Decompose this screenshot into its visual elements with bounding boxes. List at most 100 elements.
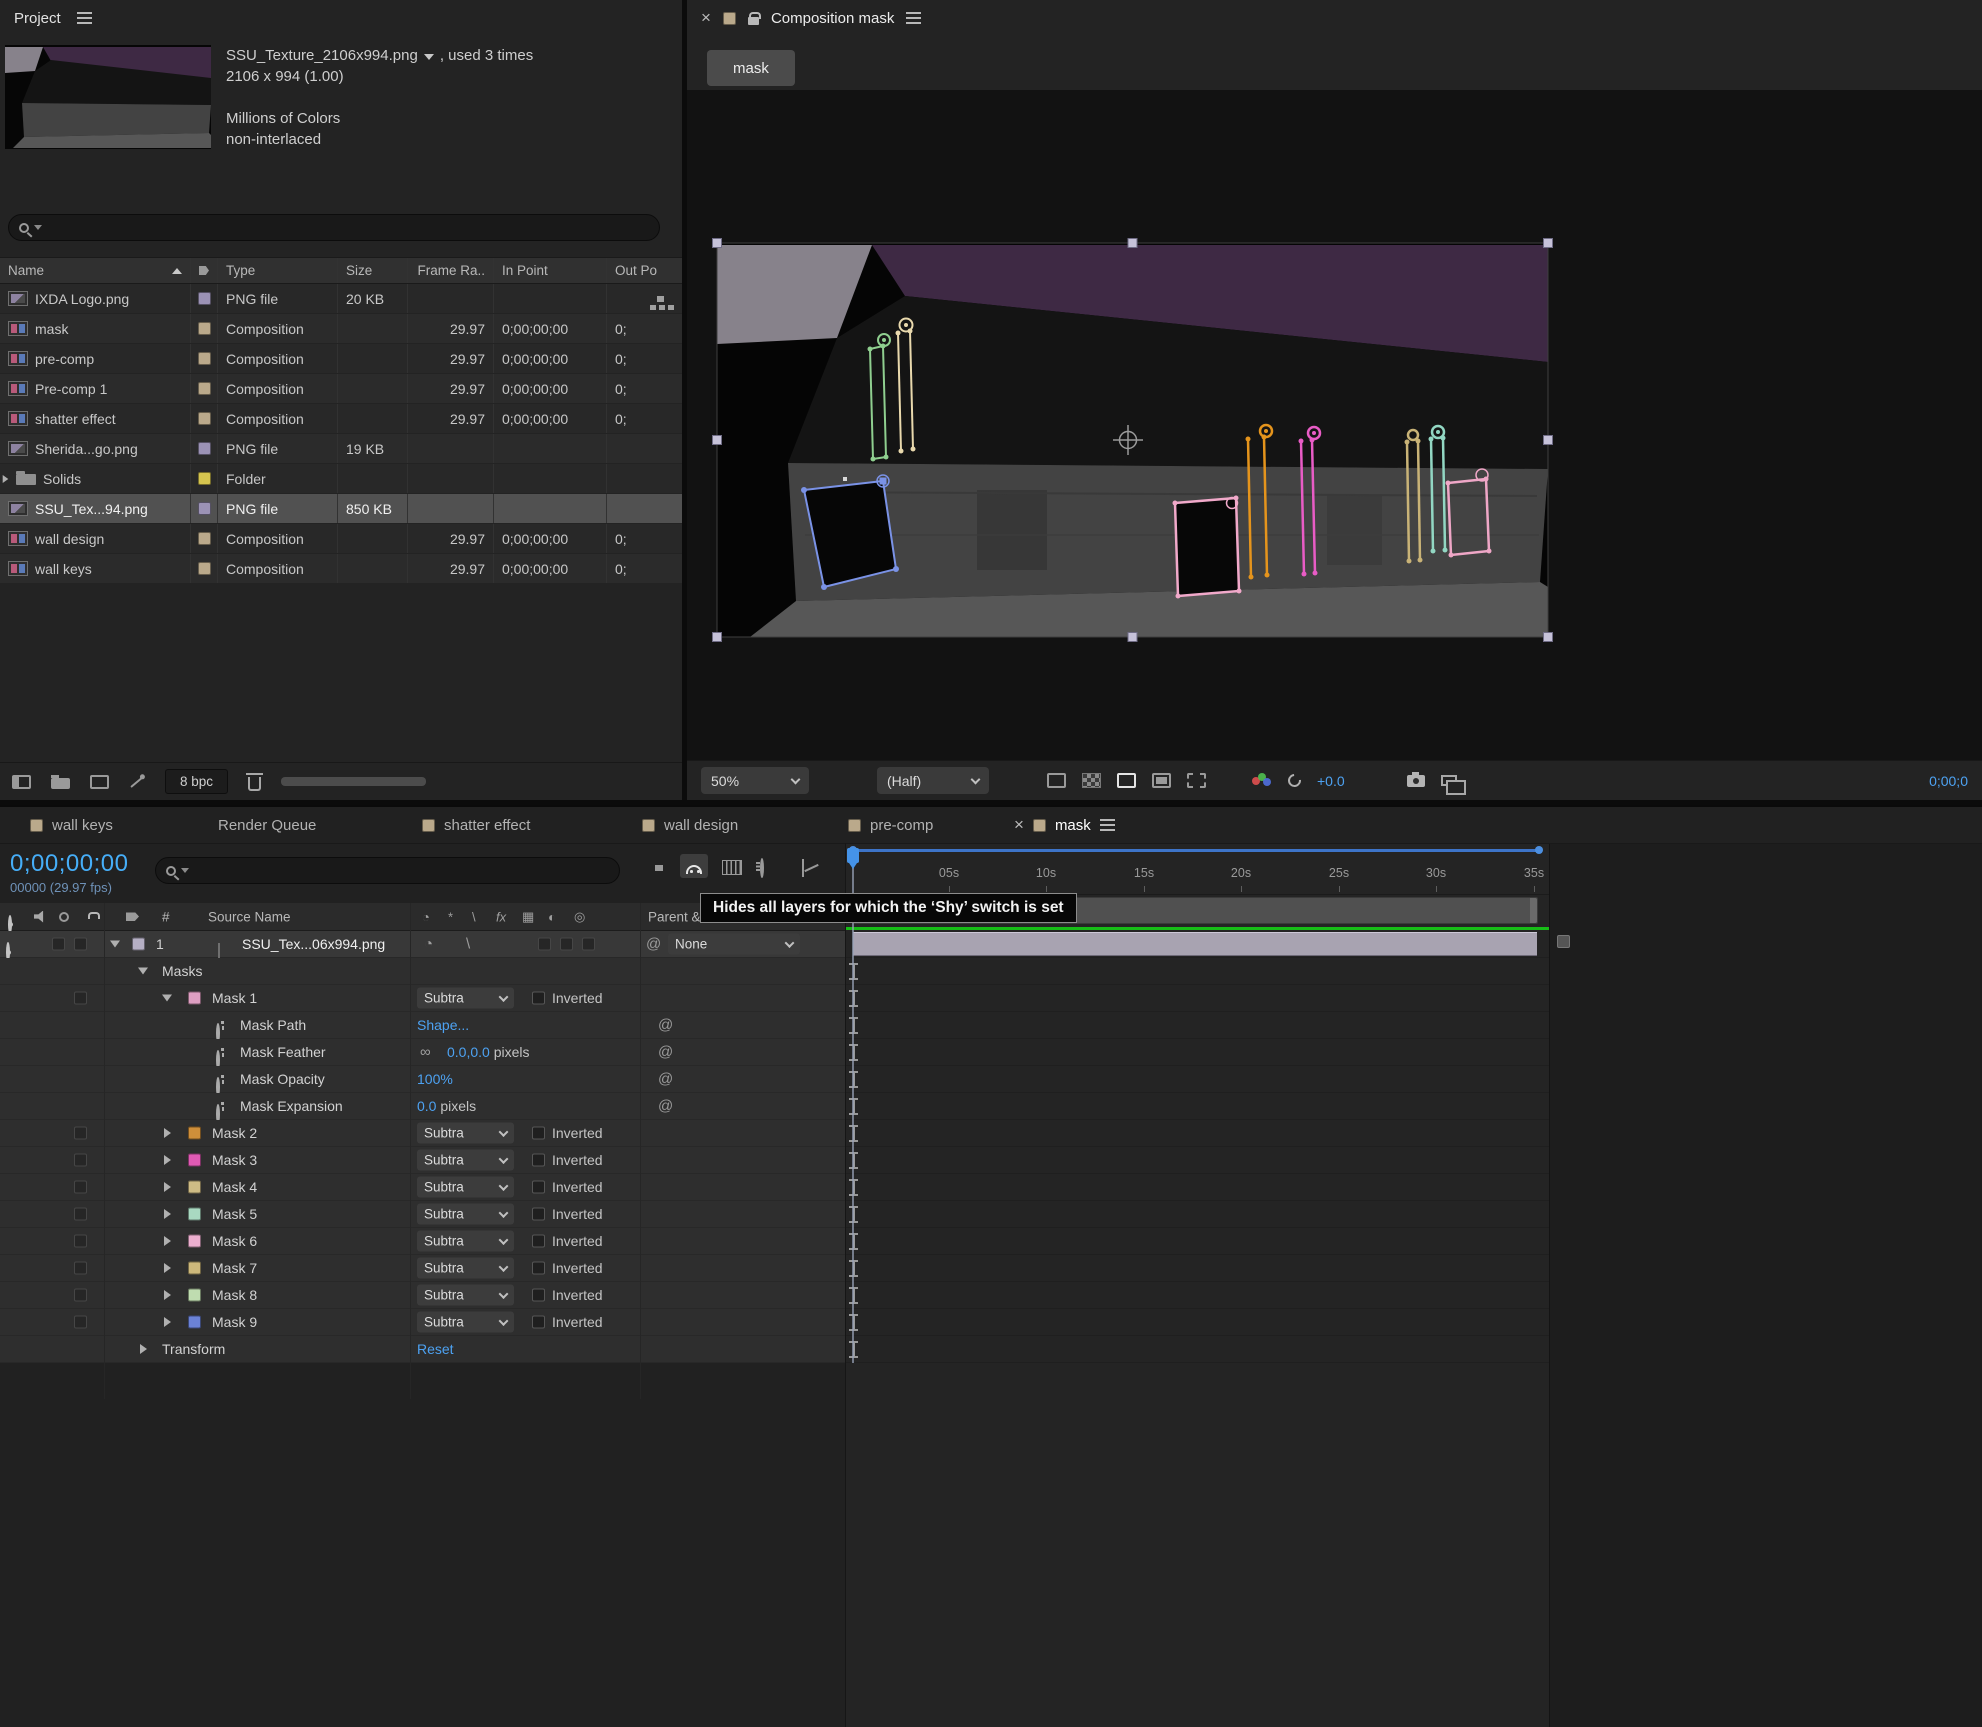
label-column-icon[interactable] <box>126 912 139 921</box>
reset-exposure-icon[interactable] <box>1285 771 1303 789</box>
expand-mask-icon[interactable] <box>164 1236 171 1246</box>
inverted-checkbox[interactable] <box>532 1127 545 1140</box>
expand-mask-icon[interactable] <box>164 1290 171 1300</box>
mask-mode-dropdown[interactable]: Subtra <box>417 1204 514 1225</box>
timeline-tab-mask[interactable]: ×mask <box>1014 807 1115 843</box>
audio-column-icon[interactable] <box>34 911 47 923</box>
solo-column-icon[interactable] <box>59 912 69 922</box>
transform-row[interactable]: Transform Reset <box>0 1336 845 1363</box>
project-row[interactable]: Pre-comp 1 Composition 29.97 0;00;00;00 … <box>0 374 682 404</box>
column-size[interactable]: Size <box>337 258 407 283</box>
column-type[interactable]: Type <box>217 258 337 283</box>
column-out-point[interactable]: Out Po <box>606 258 682 283</box>
mask-row[interactable]: Mask 9 Subtra Inverted <box>0 1309 845 1336</box>
interpret-footage-icon[interactable] <box>130 776 144 788</box>
quality-column-icon[interactable]: \ <box>472 909 476 924</box>
mask-visibility-icon[interactable] <box>1117 773 1136 788</box>
project-row-selected[interactable]: SSU_Tex...94.png PNG file 850 KB <box>0 494 682 524</box>
mask-path-row[interactable]: Mask Path Shape... @ <box>0 1012 845 1039</box>
layer-duration-bar[interactable] <box>853 932 1537 956</box>
search-options-icon[interactable] <box>181 868 189 873</box>
expand-mask-icon[interactable] <box>164 1182 171 1192</box>
parent-pickwhip-icon[interactable]: @ <box>646 937 661 952</box>
collapse-layer-icon[interactable] <box>110 941 120 948</box>
pickwhip-icon[interactable]: @ <box>658 1072 673 1087</box>
shy-column-icon[interactable]: ◔ <box>422 909 430 924</box>
mask-path-value[interactable]: Shape... <box>417 1017 469 1033</box>
close-tab-icon[interactable]: × <box>701 8 711 28</box>
inverted-checkbox[interactable] <box>532 1262 545 1275</box>
mask-color-chip[interactable] <box>188 1289 201 1302</box>
project-row[interactable]: wall design Composition 29.97 0;00;00;00… <box>0 524 682 554</box>
composition-viewer[interactable] <box>687 90 1982 760</box>
mask-color-chip[interactable] <box>188 1262 201 1275</box>
mask-visibility-box[interactable] <box>74 1127 87 1140</box>
delete-item-icon[interactable] <box>248 777 261 791</box>
frame-blend-icon[interactable] <box>722 860 742 875</box>
mask-color-chip[interactable] <box>188 1127 201 1140</box>
project-row[interactable]: wall keys Composition 29.97 0;00;00;00 0… <box>0 554 682 584</box>
quality-switch[interactable]: \ <box>466 936 470 953</box>
pickwhip-icon[interactable]: @ <box>658 1045 673 1060</box>
pickwhip-icon[interactable]: @ <box>658 1018 673 1033</box>
expand-mask-icon[interactable] <box>164 1317 171 1327</box>
project-row[interactable]: shatter effect Composition 29.97 0;00;00… <box>0 404 682 434</box>
label-chip[interactable] <box>198 442 211 455</box>
mask-mode-dropdown[interactable]: Subtra <box>417 1123 514 1144</box>
mask-visibility-box[interactable] <box>74 1289 87 1302</box>
mask-mode-dropdown[interactable]: Subtra <box>417 1258 514 1279</box>
constrain-link-icon[interactable]: ∞ <box>420 1044 431 1061</box>
timeline-tab-shatter-effect[interactable]: shatter effect <box>422 807 530 843</box>
new-folder-icon[interactable] <box>51 778 70 789</box>
mask-expansion-row[interactable]: Mask Expansion 0.0 pixels @ <box>0 1093 845 1120</box>
masks-group-row[interactable]: Masks <box>0 958 845 985</box>
mask-color-chip[interactable] <box>188 1154 201 1167</box>
inverted-checkbox[interactable] <box>532 992 545 1005</box>
label-chip[interactable] <box>198 382 211 395</box>
parent-dropdown[interactable]: None <box>668 934 800 955</box>
show-snapshot-icon[interactable] <box>1441 775 1457 786</box>
mask-mode-dropdown[interactable]: Subtra <box>417 1177 514 1198</box>
layer-label-chip[interactable] <box>132 938 145 951</box>
mask-row[interactable]: Mask 3 Subtra Inverted <box>0 1147 845 1174</box>
label-chip[interactable] <box>198 412 211 425</box>
project-row[interactable]: IXDA Logo.png PNG file 20 KB <box>0 284 682 314</box>
expand-mask-icon[interactable] <box>164 1128 171 1138</box>
mask-row[interactable]: Mask 6 Subtra Inverted <box>0 1228 845 1255</box>
close-tab-icon[interactable]: × <box>1014 815 1024 835</box>
label-chip[interactable] <box>198 352 211 365</box>
timeline-tab-pre-comp[interactable]: pre-comp <box>848 807 933 843</box>
layer-row[interactable]: 1 SSU_Tex...06x994.png ◔ \ @ None <box>0 931 845 958</box>
lock-toggle[interactable] <box>74 938 87 951</box>
number-column[interactable]: # <box>162 909 170 924</box>
project-row[interactable]: mask Composition 29.97 0;00;00;00 0; <box>0 314 682 344</box>
pickwhip-icon[interactable]: @ <box>658 1099 673 1114</box>
panel-menu-icon[interactable] <box>1100 819 1115 831</box>
transform-reset-link[interactable]: Reset <box>417 1341 454 1357</box>
mask-row[interactable]: Mask 2 Subtra Inverted <box>0 1120 845 1147</box>
mask-row[interactable]: Mask 4 Subtra Inverted <box>0 1174 845 1201</box>
timeline-search-input[interactable] <box>155 857 620 884</box>
project-search-input[interactable] <box>8 214 660 241</box>
expand-mask-icon[interactable] <box>164 1209 171 1219</box>
timeline-tab-render-queue[interactable]: Render Queue <box>218 807 316 843</box>
footage-filename[interactable]: SSU_Texture_2106x994.png <box>226 47 418 64</box>
adjustment-switch[interactable] <box>582 938 595 951</box>
label-chip[interactable] <box>198 502 211 515</box>
current-time-indicator[interactable] <box>847 848 859 863</box>
solo-toggle[interactable] <box>52 938 65 951</box>
label-chip[interactable] <box>198 322 211 335</box>
label-chip[interactable] <box>198 532 211 545</box>
mask-color-chip[interactable] <box>188 1235 201 1248</box>
preview-timecode[interactable]: 0;00;0 <box>1929 773 1968 789</box>
lock-icon[interactable] <box>748 17 759 25</box>
take-snapshot-icon[interactable] <box>1407 775 1425 787</box>
inverted-checkbox[interactable] <box>532 1154 545 1167</box>
mask-mode-dropdown[interactable]: Subtra <box>417 1231 514 1252</box>
expand-mask-icon[interactable] <box>164 1263 171 1273</box>
mask-mode-dropdown[interactable]: Subtra <box>417 1312 514 1333</box>
label-chip[interactable] <box>198 472 211 485</box>
mask-feather-value[interactable]: 0.0,0.0 <box>447 1044 490 1060</box>
mask-opacity-row[interactable]: Mask Opacity 100% @ <box>0 1066 845 1093</box>
mask-expansion-value[interactable]: 0.0 <box>417 1098 436 1114</box>
